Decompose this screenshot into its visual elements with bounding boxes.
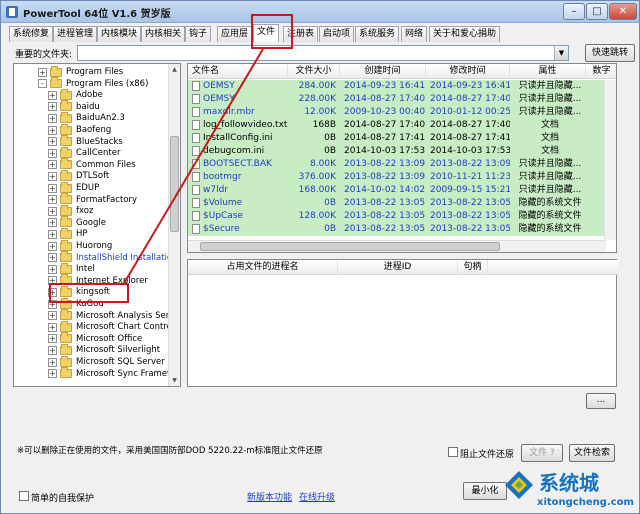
watermark: 系统城 xitongcheng.com <box>501 465 640 514</box>
app-window: PowerTool 64位 V1.6 贺岁版 – □ ✕ 系统修复 进程管理 内… <box>0 0 640 514</box>
annotation-arrow <box>122 48 264 286</box>
tab-files[interactable]: 文件 <box>253 24 280 42</box>
watermark-logo-icon <box>505 471 533 499</box>
watermark-url: xitongcheng.com <box>537 497 634 508</box>
watermark-title: 系统城 <box>539 471 599 495</box>
